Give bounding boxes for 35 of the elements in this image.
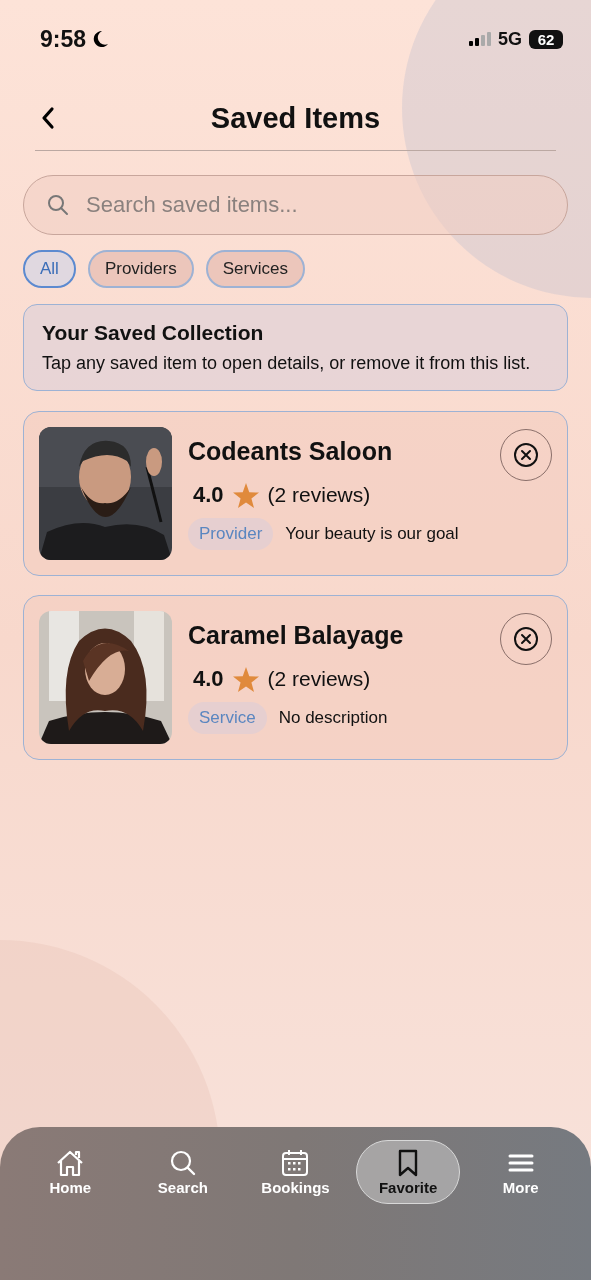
filter-chip[interactable]: Providers (87, 250, 194, 288)
calendar-icon (281, 1148, 310, 1177)
star-icon (232, 666, 259, 692)
rating-value: 4.0 (193, 482, 224, 508)
type-tag: Service (188, 702, 267, 734)
item-name: Codeants Saloon (188, 437, 394, 466)
tab-item[interactable]: Bookings (243, 1140, 348, 1204)
tab-item[interactable]: Favorite (356, 1140, 461, 1204)
info-title: Your Saved Collection (42, 321, 265, 345)
battery-indicator: 62 (529, 29, 563, 49)
close-icon (513, 626, 539, 652)
review-count: (2 reviews) (267, 667, 371, 691)
search-icon (168, 1148, 197, 1177)
tab-item[interactable]: Home (18, 1140, 123, 1204)
search-field[interactable]: Search saved items... (23, 175, 568, 235)
tab-item[interactable]: Search (130, 1140, 235, 1204)
saved-item-card[interactable]: Codeants Saloon 4.0 (2 reviews) Provider Your beauty is our goal (23, 411, 568, 576)
close-icon (513, 442, 539, 468)
rating-value: 4.0 (193, 666, 224, 692)
status-time: 9:58 (40, 25, 87, 53)
item-description: Your beauty is our goal (285, 524, 459, 544)
review-count: (2 reviews) (267, 483, 371, 507)
type-tag: Provider (188, 518, 274, 550)
page-title: Saved Items (210, 101, 381, 135)
network-label: 5G (498, 28, 522, 50)
filter-chip[interactable]: All (23, 250, 76, 288)
filter-chip[interactable]: Services (205, 250, 305, 288)
star-icon (232, 482, 259, 508)
tab-item[interactable]: More (468, 1140, 573, 1204)
item-description: No description (278, 708, 388, 728)
saved-item-card[interactable]: Caramel Balayage 4.0 (2 reviews) Service No description (23, 595, 568, 760)
item-name: Caramel Balayage (188, 621, 405, 650)
search-icon (47, 194, 69, 216)
info-text: Tap any saved item to open details, or remove it from this list. (42, 353, 532, 374)
signal-icon (469, 32, 491, 46)
